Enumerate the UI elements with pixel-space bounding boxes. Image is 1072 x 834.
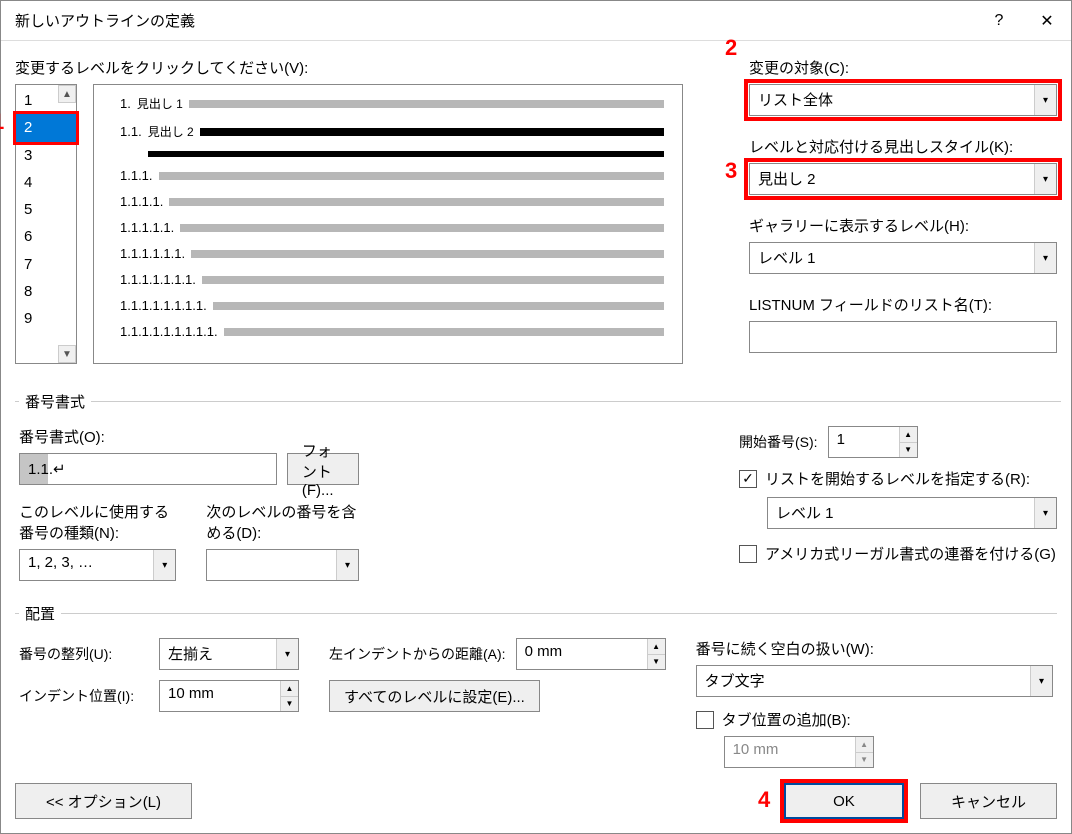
level-listbox[interactable]: ▲ 1 2 3 4 5 6 7 8 9 ▼ 1 <box>15 84 77 364</box>
link-style-combo[interactable]: 見出し 2 ▾ <box>749 163 1057 195</box>
indent-at-spinner[interactable]: 10 mm ▲▼ <box>159 680 299 712</box>
spin-down-icon[interactable]: ▼ <box>648 655 665 670</box>
scope-combo[interactable]: リスト全体 ▾ <box>749 84 1057 116</box>
add-tab-value: 10 mm <box>725 737 855 767</box>
level-item-7[interactable]: 7 <box>16 251 76 278</box>
num-type-combo[interactable]: 1, 2, 3, … ▾ <box>19 549 176 581</box>
add-tab-label: タブ位置の追加(B): <box>722 709 851 730</box>
level-item-4[interactable]: 4 <box>16 169 76 196</box>
num-align-combo[interactable]: 左揃え ▾ <box>159 638 299 670</box>
chevron-down-icon[interactable]: ▾ <box>276 639 298 669</box>
start-at-label: 開始番号(S): <box>739 432 818 452</box>
spin-down-icon: ▼ <box>856 753 873 768</box>
level-item-6[interactable]: 6 <box>16 223 76 250</box>
preview-l8: 1.1.1.1.1.1.1.1. <box>120 298 213 313</box>
scroll-up-icon[interactable]: ▲ <box>58 85 76 103</box>
restart-level-combo[interactable]: レベル 1 ▾ <box>767 497 1057 529</box>
include-prev-label: 次のレベルの番号を含める(D): <box>206 501 359 543</box>
ok-button[interactable]: OK <box>784 783 904 819</box>
num-format-input[interactable]: 1.1.↵ <box>19 453 277 485</box>
link-style-value: 見出し 2 <box>750 164 1034 194</box>
scope-value: リスト全体 <box>750 85 1034 115</box>
follow-num-combo[interactable]: タブ文字 ▾ <box>696 665 1053 697</box>
num-align-value: 左揃え <box>160 639 276 669</box>
add-tab-spinner: 10 mm ▲▼ <box>724 736 874 768</box>
restart-label: リストを開始するレベルを指定する(R): <box>765 468 1030 489</box>
preview-l9: 1.1.1.1.1.1.1.1.1. <box>120 324 224 339</box>
add-tab-checkbox[interactable]: タブ位置の追加(B): <box>696 709 1053 730</box>
checkbox-icon: ✓ <box>739 470 757 488</box>
follow-num-value: タブ文字 <box>697 666 1030 696</box>
spin-up-icon[interactable]: ▲ <box>900 427 917 443</box>
start-at-spinner[interactable]: 1 ▲▼ <box>828 426 918 458</box>
listnum-label: LISTNUM フィールドのリスト名(T): <box>749 294 1057 315</box>
align-legend: 配置 <box>19 603 61 624</box>
preview-l2-num: 1.1. <box>120 124 148 139</box>
chevron-down-icon[interactable]: ▾ <box>1034 498 1056 528</box>
level-item-5[interactable]: 5 <box>16 196 76 223</box>
num-format-text: 1.1.↵ <box>28 460 66 478</box>
align-at-value: 0 mm <box>517 639 647 669</box>
level-item-9[interactable]: 9 <box>16 305 76 332</box>
align-at-label: 左インデントからの距離(A): <box>329 644 506 664</box>
align-at-spinner[interactable]: 0 mm ▲▼ <box>516 638 666 670</box>
spin-up-icon[interactable]: ▲ <box>281 681 298 697</box>
cancel-button[interactable]: キャンセル <box>920 783 1057 819</box>
include-prev-value <box>207 550 336 580</box>
spin-up-icon: ▲ <box>856 737 873 753</box>
level-item-3[interactable]: 3 <box>16 142 76 169</box>
font-button[interactable]: フォント(F)... <box>287 453 359 485</box>
restart-checkbox[interactable]: ✓ リストを開始するレベルを指定する(R): <box>739 468 1057 489</box>
preview-l5: 1.1.1.1.1. <box>120 220 180 235</box>
restart-level-value: レベル 1 <box>768 498 1034 528</box>
chevron-down-icon[interactable]: ▾ <box>336 550 358 580</box>
checkbox-icon <box>696 711 714 729</box>
level-click-label: 変更するレベルをクリックしてください(V): <box>15 57 735 78</box>
chevron-down-icon[interactable]: ▾ <box>1034 85 1056 115</box>
dialog-title: 新しいアウトラインの定義 <box>15 10 975 31</box>
scroll-down-icon[interactable]: ▼ <box>58 345 76 363</box>
scope-label: 変更の対象(C): <box>749 57 1057 78</box>
preview-l2-txt: 見出し 2 <box>148 123 200 140</box>
legal-label: アメリカ式リーガル書式の連番を付ける(G) <box>765 543 1056 564</box>
num-type-label: このレベルに使用する番号の種類(N): <box>19 501 176 543</box>
chevron-down-icon[interactable]: ▾ <box>153 550 175 580</box>
num-align-label: 番号の整列(U): <box>19 644 149 664</box>
link-style-label: レベルと対応付ける見出しスタイル(K): <box>749 136 1057 157</box>
preview-l4: 1.1.1.1. <box>120 194 169 209</box>
gallery-level-value: レベル 1 <box>750 243 1034 273</box>
legal-checkbox[interactable]: アメリカ式リーガル書式の連番を付ける(G) <box>739 543 1057 564</box>
start-at-value: 1 <box>829 427 899 457</box>
follow-num-label: 番号に続く空白の扱い(W): <box>696 638 1053 659</box>
spin-down-icon[interactable]: ▼ <box>281 697 298 712</box>
annotation-4: 4 <box>758 787 770 813</box>
close-button[interactable]: ✕ <box>1023 1 1071 41</box>
spin-down-icon[interactable]: ▼ <box>900 443 917 458</box>
preview-l1-num: 1. <box>120 96 137 111</box>
listnum-input[interactable] <box>749 321 1057 353</box>
options-button[interactable]: << オプション(L) <box>15 783 192 819</box>
level-item-8[interactable]: 8 <box>16 278 76 305</box>
num-type-value: 1, 2, 3, … <box>20 550 153 580</box>
checkbox-icon <box>739 545 757 563</box>
help-button[interactable]: ? <box>975 1 1023 41</box>
spin-up-icon[interactable]: ▲ <box>648 639 665 655</box>
set-all-button[interactable]: すべてのレベルに設定(E)... <box>329 680 540 712</box>
level-item-2[interactable]: 2 <box>16 114 76 141</box>
indent-at-value: 10 mm <box>160 681 280 711</box>
include-prev-combo[interactable]: ▾ <box>206 549 359 581</box>
chevron-down-icon[interactable]: ▾ <box>1034 243 1056 273</box>
chevron-down-icon[interactable]: ▾ <box>1034 164 1056 194</box>
preview-l3: 1.1.1. <box>120 168 159 183</box>
annotation-1: 1 <box>0 109 4 135</box>
chevron-down-icon[interactable]: ▾ <box>1030 666 1052 696</box>
format-legend: 番号書式 <box>19 391 91 412</box>
outline-preview: 1. 見出し 1 1.1. 見出し 2 1.1.1. 1.1.1.1. 1.1. <box>93 84 683 364</box>
preview-l7: 1.1.1.1.1.1.1. <box>120 272 202 287</box>
gallery-level-label: ギャラリーに表示するレベル(H): <box>749 215 1057 236</box>
gallery-level-combo[interactable]: レベル 1 ▾ <box>749 242 1057 274</box>
preview-l1-txt: 見出し 1 <box>137 95 189 112</box>
preview-l6: 1.1.1.1.1.1. <box>120 246 191 261</box>
indent-at-label: インデント位置(I): <box>19 686 149 706</box>
